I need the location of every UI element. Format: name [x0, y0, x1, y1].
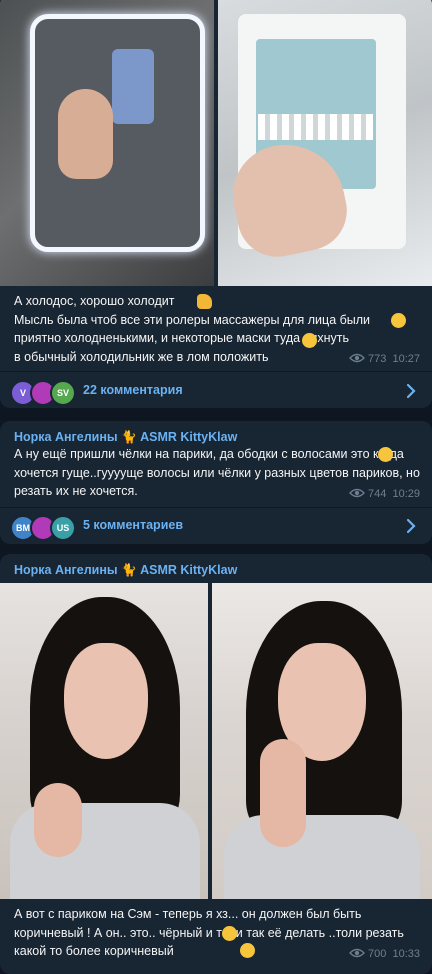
comments-bar[interactable]: V SV 22 комментария	[0, 374, 432, 408]
thinking-emoji	[240, 943, 255, 958]
fridge-shelf-illustration	[258, 114, 373, 140]
divider	[0, 507, 432, 508]
eye-icon	[349, 948, 365, 958]
views-count: 744	[367, 488, 387, 500]
divider	[0, 371, 432, 372]
hand-illustration	[260, 739, 306, 847]
photo-wig-left[interactable]	[0, 583, 208, 899]
photo-wig-right[interactable]	[212, 583, 432, 899]
chevron-right-icon	[406, 383, 416, 399]
laughing-emoji	[302, 333, 317, 348]
phone-illustration	[112, 49, 154, 124]
thumbs-up-emoji	[197, 294, 212, 309]
message-time: 10:33	[392, 948, 420, 960]
avatar: US	[50, 515, 76, 541]
chevron-right-icon	[406, 518, 416, 534]
post-card-bangs: Норка Ангелины 🐈 ASMR KittyKlaw А ну ещё…	[0, 421, 432, 544]
photo-fridge[interactable]	[218, 0, 432, 286]
message-time: 10:29	[392, 488, 420, 500]
grinning-emoji	[378, 447, 393, 462]
comments-label: 22 комментария	[83, 383, 183, 397]
photo-mirror[interactable]	[0, 0, 214, 286]
shirt-illustration	[224, 815, 420, 899]
comments-bar[interactable]: BM US 5 комментариев	[0, 509, 432, 543]
message-meta: 700 10:33	[349, 948, 420, 960]
comments-label: 5 комментариев	[83, 518, 184, 532]
post-card-fridge: А холодос, хорошо холодит Мысль была что…	[0, 0, 432, 408]
message-meta: 773 10:27	[349, 353, 420, 365]
views-count: 700	[367, 948, 387, 960]
avatar: SV	[50, 380, 76, 406]
hand-illustration	[58, 89, 113, 179]
eye-icon	[349, 488, 365, 498]
author-name[interactable]: Норка Ангелины 🐈 ASMR KittyKlaw	[14, 563, 237, 578]
face-illustration	[64, 643, 148, 759]
message-time: 10:27	[392, 353, 420, 365]
views-count: 773	[367, 353, 387, 365]
post-card-wig: Норка Ангелины 🐈 ASMR KittyKlaw А вот с …	[0, 554, 432, 974]
author-name[interactable]: Норка Ангелины 🐈 ASMR KittyKlaw	[14, 430, 237, 445]
hand-illustration	[34, 783, 82, 857]
eye-icon	[349, 353, 365, 363]
thinking-emoji	[391, 313, 406, 328]
message-meta: 744 10:29	[349, 488, 420, 500]
grinning-emoji	[222, 926, 237, 941]
